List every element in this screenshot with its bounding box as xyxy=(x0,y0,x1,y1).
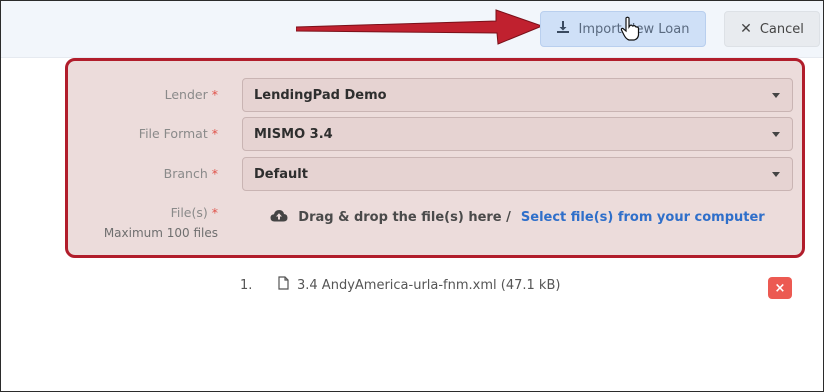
cancel-button-label: Cancel xyxy=(759,21,804,37)
file-dropzone[interactable]: Drag & drop the file(s) here / Select fi… xyxy=(242,195,793,239)
file-list-item: 1. 3.4 AndyAmerica-urla-fnm.xml (47.1 kB… xyxy=(240,276,560,294)
branch-select-value: Default xyxy=(254,167,308,182)
chevron-down-icon xyxy=(772,132,780,137)
required-mark: * xyxy=(211,166,218,181)
lender-select-value: LendingPad Demo xyxy=(254,88,387,103)
branch-select[interactable]: Default xyxy=(242,157,793,191)
dropzone-text: Drag & drop the file(s) here / xyxy=(298,209,511,225)
import-form-highlight: Lender * LendingPad Demo File Format * MIS… xyxy=(65,58,805,258)
hand-cursor-icon xyxy=(620,16,640,41)
files-label: File(s) * xyxy=(170,205,218,220)
required-mark: * xyxy=(211,87,218,102)
lender-row: Lender * LendingPad Demo xyxy=(68,78,802,112)
lender-select[interactable]: LendingPad Demo xyxy=(242,78,793,112)
chevron-down-icon xyxy=(772,93,780,98)
cancel-button[interactable]: ✕ Cancel xyxy=(724,11,820,47)
select-files-link[interactable]: Select file(s) from your computer xyxy=(521,210,765,225)
file-icon xyxy=(278,276,289,294)
branch-label: Branch * xyxy=(163,166,218,181)
file-format-select-value: MISMO 3.4 xyxy=(254,127,333,142)
file-index: 1. xyxy=(240,277,253,293)
required-mark: * xyxy=(211,205,218,220)
download-icon xyxy=(556,21,569,37)
annotation-arrow xyxy=(296,9,544,45)
cloud-upload-icon xyxy=(270,209,288,226)
chevron-down-icon xyxy=(772,172,780,177)
remove-file-button[interactable]: × xyxy=(768,277,792,299)
file-format-row: File Format * MISMO 3.4 xyxy=(68,117,802,151)
file-format-select[interactable]: MISMO 3.4 xyxy=(242,117,793,151)
file-format-label: File Format * xyxy=(138,126,218,141)
files-max-note: Maximum 100 files xyxy=(103,226,218,240)
close-icon: ✕ xyxy=(740,21,752,37)
close-icon: × xyxy=(774,280,786,296)
lender-label: Lender * xyxy=(164,87,218,102)
file-name: 3.4 AndyAmerica-urla-fnm.xml (47.1 kB) xyxy=(297,277,561,293)
branch-row: Branch * Default xyxy=(68,157,802,191)
required-mark: * xyxy=(211,126,218,141)
